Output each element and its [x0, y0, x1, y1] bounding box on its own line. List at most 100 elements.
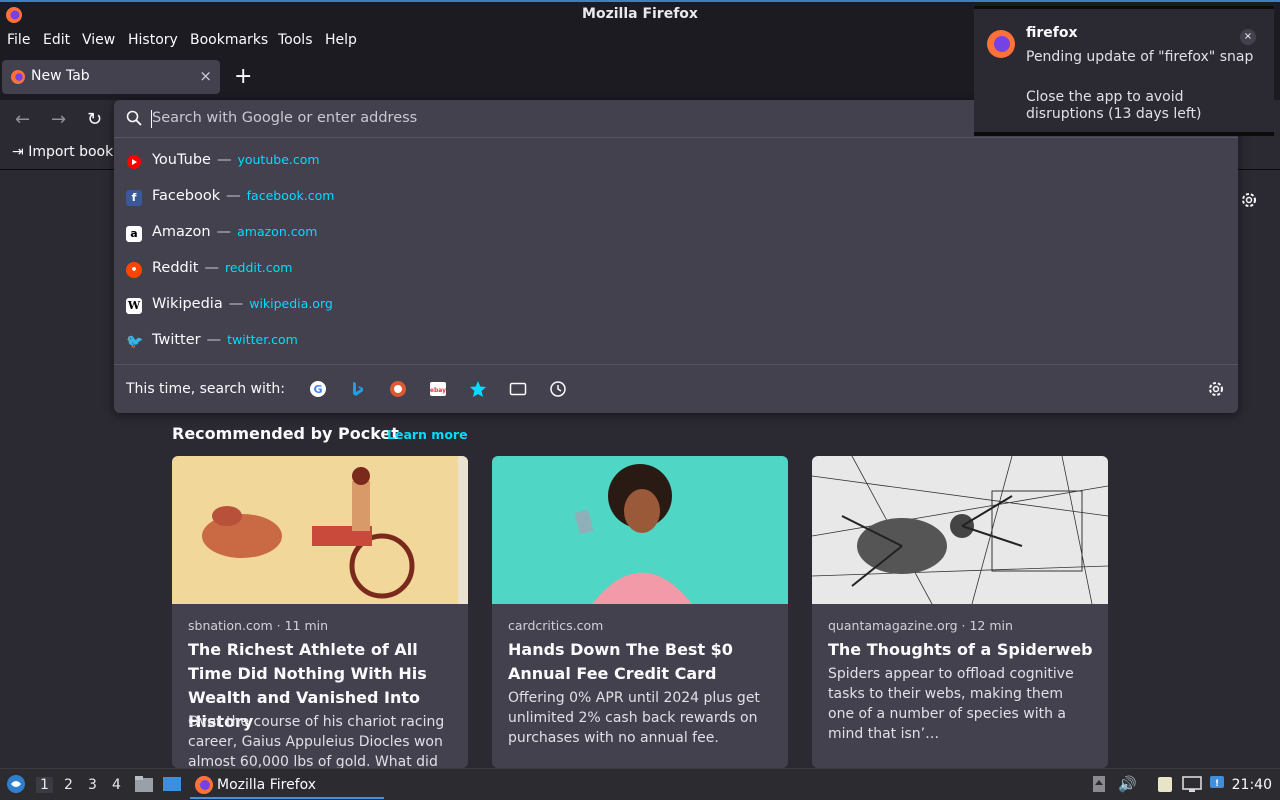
suggestion-twitter[interactable]: 🐦 Twitter — twitter.com	[114, 324, 1238, 360]
card-title: The Thoughts of a Spiderweb	[828, 640, 1093, 659]
forward-arrow-icon[interactable]: →	[51, 109, 66, 130]
suggestion-name: Amazon	[152, 224, 211, 240]
pocket-learn-more-link[interactable]: Learn more	[387, 427, 468, 442]
suggestion-reddit[interactable]: • Reddit — reddit.com	[114, 252, 1238, 288]
tabs-icon[interactable]	[509, 380, 527, 398]
pocket-card[interactable]: cardcritics.com Hands Down The Best $0 A…	[492, 456, 788, 768]
reddit-icon: •	[126, 262, 142, 278]
urlbar-dropdown: Search with Google or enter address YouT…	[114, 100, 1238, 413]
svg-text:!: !	[1215, 779, 1219, 789]
card-excerpt: Spiders appear to offload cognitive task…	[828, 666, 1074, 742]
workspace-4[interactable]: 4	[112, 777, 121, 793]
menu-tools[interactable]: Tools	[278, 32, 313, 48]
desktop-icon[interactable]	[162, 775, 182, 797]
tray-up-icon[interactable]	[1092, 775, 1106, 797]
card-excerpt: Over the course of his chariot racing ca…	[188, 714, 445, 768]
volume-icon[interactable]: 🔊	[1118, 775, 1137, 793]
bookmarks-icon[interactable]	[469, 380, 487, 398]
workspace-2[interactable]: 2	[64, 777, 73, 793]
taskbar-firefox-window[interactable]: Mozilla Firefox	[190, 771, 384, 799]
ebay-icon[interactable]: ebay	[429, 380, 447, 398]
amazon-icon: a	[126, 226, 142, 242]
tab-new-tab[interactable]: New Tab ×	[2, 60, 220, 94]
firefox-taskbar-icon	[194, 775, 214, 799]
menu-edit[interactable]: Edit	[43, 32, 70, 48]
separator: —	[206, 332, 222, 348]
url-placeholder: Search with Google or enter address	[152, 110, 418, 126]
separator: —	[216, 224, 232, 240]
svg-text:G: G	[313, 383, 322, 396]
card-excerpt: Offering 0% APR until 2024 plus get unli…	[508, 690, 760, 746]
notification-detail: Close the app to avoid disruptions (13 d…	[1026, 89, 1202, 122]
card-source: cardcritics.com	[508, 618, 604, 633]
suggestion-name: Facebook	[152, 188, 221, 204]
suggestion-youtube[interactable]: YouTube — youtube.com	[114, 144, 1238, 180]
back-arrow-icon[interactable]: ←	[15, 109, 30, 130]
wikipedia-icon: W	[126, 298, 142, 314]
suggestion-amazon[interactable]: a Amazon — amazon.com	[114, 216, 1238, 252]
file-manager-icon[interactable]	[134, 775, 154, 797]
notification-close-button[interactable]: ×	[1240, 29, 1256, 45]
search-with-row: This time, search with: G ebay	[114, 364, 1238, 413]
notification-message: Pending update of "firefox" snap	[1026, 49, 1254, 65]
card-title: Hands Down The Best $0 Annual Fee Credit…	[508, 640, 733, 683]
facebook-icon: f	[126, 190, 142, 206]
card-source: quantamagazine.org · 12 min	[828, 618, 1013, 633]
bing-icon[interactable]	[349, 380, 367, 398]
suggestion-wikipedia[interactable]: W Wikipedia — wikipedia.org	[114, 288, 1238, 324]
suggestion-name: YouTube	[152, 152, 211, 168]
menu-file[interactable]: File	[7, 32, 30, 48]
menu-history[interactable]: History	[128, 32, 178, 48]
separator: —	[226, 188, 241, 204]
suggestion-name: Wikipedia	[152, 296, 223, 312]
firefox-tab-icon	[10, 69, 26, 89]
tab-label: New Tab	[31, 68, 90, 84]
notification-tray-icon[interactable]: !	[1208, 774, 1228, 798]
card-image-spiderweb	[812, 456, 1108, 605]
search-settings-gear-icon[interactable]	[1207, 380, 1225, 398]
youtube-icon	[126, 154, 142, 170]
menu-view[interactable]: View	[82, 32, 115, 48]
card-image-woman-credit-card	[492, 456, 788, 604]
network-icon[interactable]	[1182, 775, 1202, 797]
suggestion-url: reddit.com	[224, 260, 293, 275]
new-tab-button[interactable]: +	[234, 64, 252, 89]
snap-update-notification[interactable]: firefox Pending update of "firefox" snap…	[974, 6, 1274, 136]
svg-text:ebay: ebay	[430, 387, 446, 394]
notification-title: firefox	[1026, 25, 1078, 41]
tab-close-icon[interactable]: ×	[199, 67, 212, 85]
reload-icon[interactable]: ↻	[87, 109, 102, 130]
duckduckgo-icon[interactable]	[389, 380, 407, 398]
pocket-card[interactable]: quantamagazine.org · 12 min The Thoughts…	[812, 456, 1108, 768]
workspace-3[interactable]: 3	[88, 777, 97, 793]
workspace-1[interactable]: 1	[36, 777, 53, 793]
suggestion-name: Twitter	[152, 332, 201, 348]
menu-bookmarks[interactable]: Bookmarks	[190, 32, 268, 48]
clipboard-icon[interactable]	[1156, 775, 1174, 797]
page-settings-gear-icon[interactable]	[1240, 191, 1258, 213]
history-icon[interactable]	[549, 380, 567, 398]
google-icon[interactable]: G	[309, 380, 327, 398]
separator: —	[216, 152, 232, 168]
suggestion-facebook[interactable]: f Facebook — facebook.com	[114, 180, 1238, 216]
twitter-icon: 🐦	[126, 334, 144, 350]
pocket-heading: Recommended by Pocket	[172, 424, 399, 443]
import-bookmarks-button[interactable]: ⇥ Import book	[12, 144, 113, 160]
import-bookmarks-label: Import book	[28, 144, 114, 160]
menu-help[interactable]: Help	[325, 32, 357, 48]
start-menu-icon[interactable]	[6, 774, 26, 798]
pocket-card[interactable]: sbnation.com · 11 min The Richest Athlet…	[172, 456, 468, 768]
system-taskbar: 1 2 3 4 Mozilla Firefox 🔊 ! 21:40	[0, 768, 1280, 800]
card-image-chariot	[172, 456, 468, 604]
search-icon	[126, 110, 142, 130]
separator: —	[204, 260, 219, 276]
taskbar-app-label: Mozilla Firefox	[217, 777, 317, 793]
suggestion-url: youtube.com	[237, 152, 320, 167]
separator: —	[228, 296, 244, 312]
suggestion-url: facebook.com	[246, 188, 335, 203]
suggestion-url: amazon.com	[237, 224, 318, 239]
firefox-notification-icon	[986, 29, 1016, 63]
card-source: sbnation.com · 11 min	[188, 618, 329, 633]
suggestion-url: twitter.com	[227, 332, 298, 347]
suggestion-name: Reddit	[152, 260, 199, 276]
